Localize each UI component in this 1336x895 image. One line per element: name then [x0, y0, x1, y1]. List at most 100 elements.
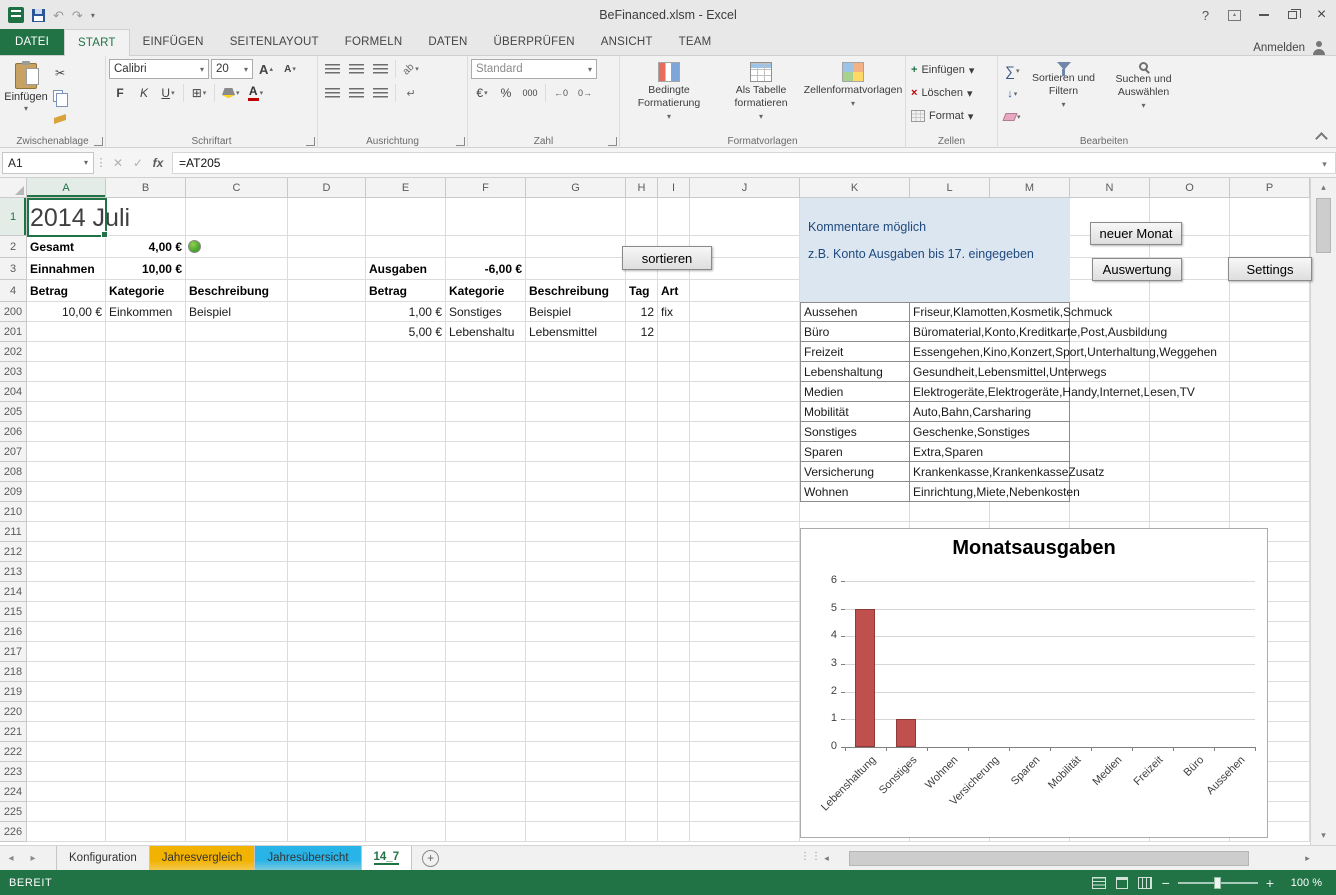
orientation-button[interactable]: ab▾ — [400, 59, 422, 79]
cell-G202[interactable] — [526, 342, 626, 362]
cell-D220[interactable] — [288, 702, 366, 722]
sign-in[interactable]: Anmelden — [1253, 41, 1336, 55]
cell-E217[interactable] — [366, 642, 446, 662]
chart-bar-Sonstiges[interactable] — [896, 719, 916, 747]
bold-button[interactable]: F — [109, 83, 131, 103]
cell-D223[interactable] — [288, 762, 366, 782]
cell-C219[interactable] — [186, 682, 288, 702]
cell-N206[interactable] — [1070, 422, 1150, 442]
cell-N208[interactable] — [1070, 462, 1150, 482]
cell-I220[interactable] — [658, 702, 690, 722]
cell-G215[interactable] — [526, 602, 626, 622]
cell-F225[interactable] — [446, 802, 526, 822]
scroll-down-arrow[interactable]: ▾ — [1315, 827, 1332, 844]
auswertung-button[interactable]: Auswertung — [1092, 258, 1182, 281]
cell-L210[interactable] — [910, 502, 990, 522]
cell-F216[interactable] — [446, 622, 526, 642]
cell-N202[interactable] — [1070, 342, 1150, 362]
cell-C217[interactable] — [186, 642, 288, 662]
row-header-216[interactable]: 216 — [0, 622, 27, 642]
cell-O209[interactable] — [1150, 482, 1230, 502]
font-color-button[interactable]: A▾ — [245, 83, 267, 103]
cell-A217[interactable] — [27, 642, 106, 662]
ribbon-tab-seitenlayout[interactable]: SEITENLAYOUT — [217, 29, 332, 55]
ribbon-display-options-button[interactable]: ▴ — [1220, 2, 1249, 28]
align-right-button[interactable] — [369, 83, 391, 103]
row-header-222[interactable]: 222 — [0, 742, 27, 762]
cell-G206[interactable] — [526, 422, 626, 442]
cell-A218[interactable] — [27, 662, 106, 682]
cell-J218[interactable] — [690, 662, 800, 682]
cell-K200[interactable]: Aussehen — [800, 302, 910, 322]
align-center-button[interactable] — [345, 83, 367, 103]
shrink-font-button[interactable]: A▾ — [279, 59, 301, 79]
zoom-slider[interactable] — [1178, 876, 1258, 890]
cell-C223[interactable] — [186, 762, 288, 782]
cell-L207[interactable]: Extra,Sparen — [910, 442, 1070, 462]
comma-format-button[interactable]: 000 — [519, 83, 541, 103]
sheet-nav-left[interactable]: ◂ — [0, 846, 22, 870]
cell-I225[interactable] — [658, 802, 690, 822]
row-header-212[interactable]: 212 — [0, 542, 27, 562]
cell-C200[interactable]: Beispiel — [186, 302, 288, 322]
cell-B206[interactable] — [106, 422, 186, 442]
row-header-226[interactable]: 226 — [0, 822, 27, 842]
sortieren-button[interactable]: sortieren — [622, 246, 712, 270]
cell-F212[interactable] — [446, 542, 526, 562]
cell-C202[interactable] — [186, 342, 288, 362]
italic-button[interactable]: K — [133, 83, 155, 103]
decrease-decimal-button[interactable]: 0→ — [574, 83, 596, 103]
cell-C210[interactable] — [186, 502, 288, 522]
cell-J205[interactable] — [690, 402, 800, 422]
save-icon[interactable] — [32, 9, 45, 22]
cell-C224[interactable] — [186, 782, 288, 802]
cell-B2[interactable]: 4,00 € — [106, 236, 186, 258]
cell-E3[interactable]: Ausgaben — [366, 258, 446, 280]
cell-D202[interactable] — [288, 342, 366, 362]
row-header-207[interactable]: 207 — [0, 442, 27, 462]
row-header-218[interactable]: 218 — [0, 662, 27, 682]
cell-C4[interactable]: Beschreibung — [186, 280, 288, 302]
cancel-button[interactable]: ✕ — [108, 156, 128, 170]
cell-B204[interactable] — [106, 382, 186, 402]
cell-K209[interactable]: Wohnen — [800, 482, 910, 502]
cell-O201[interactable] — [1150, 322, 1230, 342]
cell-J214[interactable] — [690, 582, 800, 602]
cell-E220[interactable] — [366, 702, 446, 722]
cell-H225[interactable] — [626, 802, 658, 822]
cell-D206[interactable] — [288, 422, 366, 442]
cell-H203[interactable] — [626, 362, 658, 382]
row-header-219[interactable]: 219 — [0, 682, 27, 702]
column-header-O[interactable]: O — [1150, 178, 1230, 198]
cell-E200[interactable]: 1,00 € — [366, 302, 446, 322]
cell-C208[interactable] — [186, 462, 288, 482]
cell-C220[interactable] — [186, 702, 288, 722]
sheet-nav-right[interactable]: ▸ — [22, 846, 44, 870]
cell-A221[interactable] — [27, 722, 106, 742]
cell-L202[interactable]: Essengehen,Kino,Konzert,Sport,Unterhaltu… — [910, 342, 1070, 362]
cell-N200[interactable] — [1070, 302, 1150, 322]
cell-H224[interactable] — [626, 782, 658, 802]
cell-J216[interactable] — [690, 622, 800, 642]
cell-I210[interactable] — [658, 502, 690, 522]
cell-P200[interactable] — [1230, 302, 1310, 322]
cell-B202[interactable] — [106, 342, 186, 362]
cell-D224[interactable] — [288, 782, 366, 802]
column-header-K[interactable]: K — [800, 178, 910, 198]
cell-P204[interactable] — [1230, 382, 1310, 402]
cell-D217[interactable] — [288, 642, 366, 662]
row-header-220[interactable]: 220 — [0, 702, 27, 722]
cell-N203[interactable] — [1070, 362, 1150, 382]
cell-N204[interactable] — [1070, 382, 1150, 402]
column-header-N[interactable]: N — [1070, 178, 1150, 198]
fill-color-button[interactable]: ▾ — [219, 83, 243, 103]
cell-E202[interactable] — [366, 342, 446, 362]
cell-A224[interactable] — [27, 782, 106, 802]
cell-I203[interactable] — [658, 362, 690, 382]
cell-J201[interactable] — [690, 322, 800, 342]
ribbon-tab-einfügen[interactable]: EINFÜGEN — [130, 29, 217, 55]
cell-F202[interactable] — [446, 342, 526, 362]
cell-E213[interactable] — [366, 562, 446, 582]
align-left-button[interactable] — [321, 83, 343, 103]
cell-K210[interactable] — [800, 502, 910, 522]
